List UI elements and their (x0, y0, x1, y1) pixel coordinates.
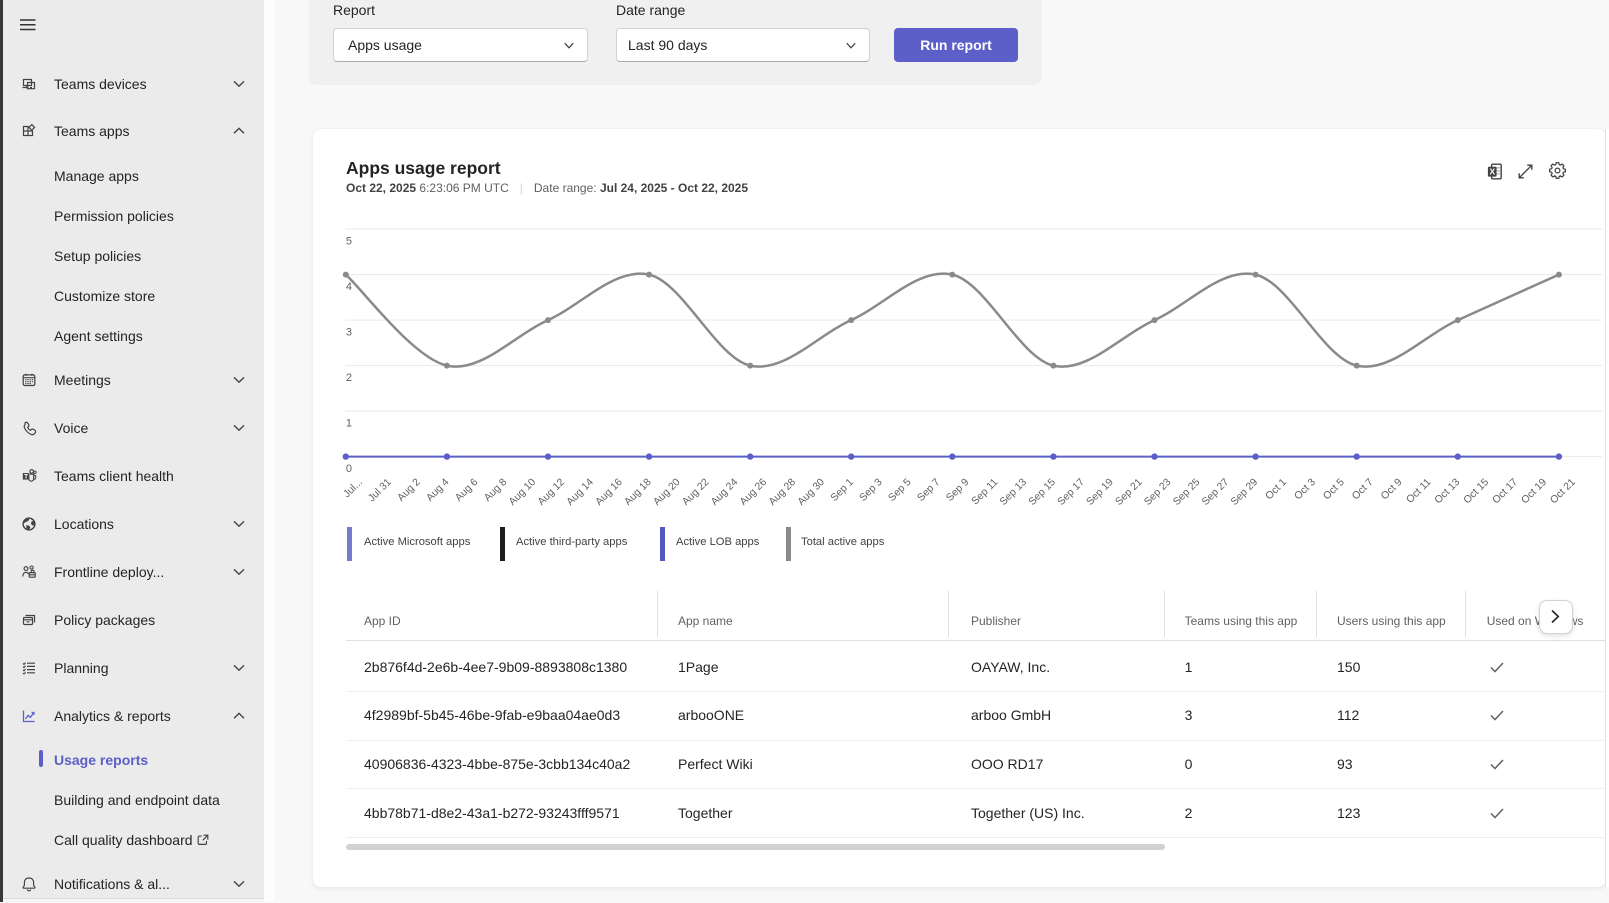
svg-text:X: X (1489, 167, 1495, 177)
